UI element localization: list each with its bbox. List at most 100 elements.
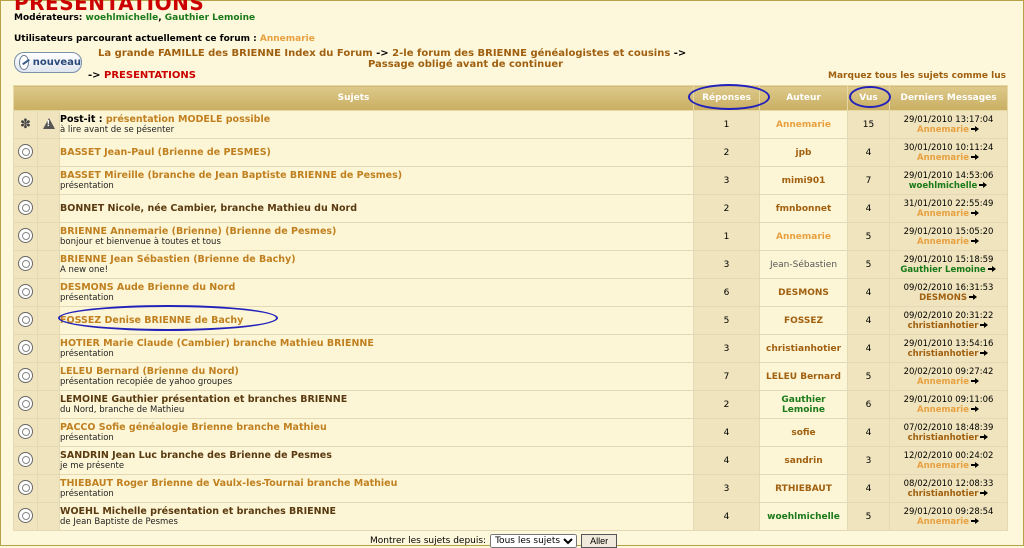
last-message-author-link[interactable]: christianhotier [908, 349, 979, 359]
topic-title-link[interactable]: PACCO Sofie généalogie Brienne branche M… [60, 422, 327, 433]
topic-author-link[interactable]: sofie [759, 418, 849, 447]
topic-status-cell [13, 166, 38, 195]
last-message-author-link[interactable]: Annemarie [917, 153, 969, 163]
topic-author-link[interactable]: mimi901 [759, 166, 849, 195]
topic-subject-cell: BRIENNE Jean Sébastien (Brienne de Bachy… [58, 250, 695, 279]
table-row: SANDRIN Jean Luc branche des Brienne de … [13, 446, 1009, 475]
topic-title-link[interactable]: THIEBAUT Roger Brienne de Vaulx-les-Tour… [60, 478, 397, 489]
topic-author-link[interactable]: christianhotier [759, 334, 849, 363]
last-message-date: 09/02/2010 20:31:22 [903, 310, 994, 321]
views-count: 6 [847, 390, 891, 419]
moderator-link[interactable]: Gauthier Lemoine [165, 13, 255, 23]
views-count: 4 [847, 138, 891, 167]
replies-count: 4 [693, 418, 761, 447]
goto-last-icon[interactable] [970, 237, 980, 245]
last-message-author-link[interactable]: Annemarie [917, 237, 969, 247]
topic-description: A new one! [60, 265, 109, 275]
topic-author-link[interactable]: LELEU Bernard [759, 362, 849, 391]
topic-subject-cell: Post-it : présentation MODELE possible à … [58, 110, 695, 139]
last-message-author-link[interactable]: Annemarie [917, 517, 969, 527]
last-message-author-link[interactable]: Annemarie [917, 377, 969, 387]
mark-all-read-link[interactable]: Marquez tous les sujets comme lus [828, 71, 1006, 81]
topic-description: présentation [60, 433, 114, 443]
col-header-author[interactable]: Auteur [759, 85, 849, 111]
topic-title-link[interactable]: BASSET Jean-Paul (Brienne de PESMES) [60, 147, 271, 158]
table-row: THIEBAUT Roger Brienne de Vaulx-les-Tour… [13, 474, 1009, 503]
last-message-author-link[interactable]: christianhotier [908, 433, 979, 443]
goto-last-icon[interactable] [970, 153, 980, 161]
breadcrumb-separator: -> [88, 70, 101, 81]
last-message-cell: 29/01/2010 13:17:04 Annemarie [889, 110, 1009, 139]
topic-author-link[interactable]: sandrin [759, 446, 849, 475]
goto-last-icon[interactable] [970, 125, 980, 133]
topic-title-link[interactable]: BRIENNE Jean Sébastien (Brienne de Bachy… [60, 254, 296, 265]
goto-last-icon[interactable] [980, 321, 989, 329]
online-users: Utilisateurs parcourant actuellement ce … [14, 34, 315, 44]
last-message-author-link[interactable]: DESMONS [919, 293, 967, 303]
topic-author-link[interactable]: fmnbonnet [759, 194, 849, 223]
topic-title-link[interactable]: BONNET Nicole, née Cambier, branche Math… [60, 203, 357, 214]
topic-description: je me présente [60, 461, 125, 471]
online-user-link[interactable]: Annemarie [260, 34, 315, 44]
moderator-link[interactable]: woehlmichelle [86, 13, 159, 23]
topic-title-link[interactable]: présentation MODELE possible [106, 114, 270, 125]
new-topic-button[interactable]: nouveau [14, 52, 82, 73]
views-count: 4 [847, 418, 891, 447]
breadcrumb-separator: -> [673, 48, 687, 59]
topic-description: bonjour et bienvenue à toutes et tous [60, 237, 221, 247]
topic-author-link[interactable]: Jean-Sébastien [759, 250, 849, 279]
topic-author-link[interactable]: woehlmichelle [759, 502, 849, 531]
topic-icon [18, 227, 33, 243]
goto-last-icon[interactable] [980, 433, 989, 441]
last-message-author-link[interactable]: Gauthier Lemoine [900, 265, 985, 275]
col-header-subjects[interactable]: Sujets [12, 85, 695, 111]
last-message-author-link[interactable]: Annemarie [917, 461, 969, 471]
goto-last-icon[interactable] [970, 377, 980, 385]
topic-author-link[interactable]: FOSSEZ [759, 306, 849, 335]
goto-last-icon[interactable] [970, 209, 980, 217]
topic-title-link[interactable]: WOEHL Michelle présentation et branches … [60, 506, 336, 517]
topic-title-link[interactable]: LEMOINE Gauthier présentation et branche… [60, 394, 347, 405]
last-message-author-link[interactable]: Annemarie [917, 405, 969, 415]
topic-subject-cell: THIEBAUT Roger Brienne de Vaulx-les-Tour… [58, 474, 695, 503]
topic-author-link[interactable]: Annemarie [759, 222, 849, 251]
last-message-cell: 29/01/2010 15:18:59 Gauthier Lemoine [889, 250, 1009, 279]
table-row: PACCO Sofie généalogie Brienne branche M… [13, 418, 1009, 447]
breadcrumb-category[interactable]: Passage obligé avant de continuer [368, 59, 563, 70]
goto-last-icon[interactable] [968, 293, 978, 301]
topic-author-link[interactable]: RTHIEBAUT [759, 474, 849, 503]
topic-author-link[interactable]: Gauthier Lemoine [759, 390, 849, 419]
topic-author-link[interactable]: Annemarie [759, 110, 849, 139]
topic-status-cell [13, 474, 38, 503]
topic-title-link[interactable]: SANDRIN Jean Luc branche des Brienne de … [60, 450, 332, 461]
goto-last-icon[interactable] [980, 489, 989, 497]
last-message-cell: 09/02/2010 16:31:53 DESMONS [889, 278, 1009, 307]
topic-title-link[interactable]: LELEU Bernard (Brienne du Nord) [60, 366, 239, 377]
last-message-author-link[interactable]: christianhotier [908, 321, 979, 331]
topic-title-link[interactable]: BASSET Mireille (branche de Jean Baptist… [60, 170, 402, 181]
breadcrumb-current-link[interactable]: PRESENTATIONS [104, 70, 196, 81]
topic-title-link[interactable]: DESMONS Aude Brienne du Nord [60, 282, 235, 293]
breadcrumb-index[interactable]: La grande FAMILLE des BRIENNE Index du F… [98, 48, 373, 59]
replies-count: 1 [693, 222, 761, 251]
table-row: LELEU Bernard (Brienne du Nord) présentat… [13, 362, 1009, 391]
last-message-author-link[interactable]: Annemarie [917, 209, 969, 219]
col-header-last[interactable]: Derniers Messages [889, 85, 1009, 111]
goto-last-icon[interactable] [987, 265, 997, 273]
topic-author-link[interactable]: DESMONS [759, 278, 849, 307]
goto-last-icon[interactable] [980, 349, 989, 357]
topic-author-link[interactable]: jpb [759, 138, 849, 167]
breadcrumb-forum[interactable]: 2-le forum des BRIENNE généalogistes et … [392, 48, 670, 59]
topic-title-link[interactable]: BRIENNE Annemarie (Brienne) (Brienne de … [60, 226, 336, 237]
goto-last-icon[interactable] [979, 181, 988, 189]
last-message-author-link[interactable]: christianhotier [908, 489, 979, 499]
table-row: HOTIER Marie Claude (Cambier) branche Ma… [13, 334, 1009, 363]
topic-icon [18, 507, 33, 523]
goto-last-icon[interactable] [970, 517, 980, 525]
goto-last-icon[interactable] [970, 405, 980, 413]
goto-last-icon[interactable] [970, 461, 980, 469]
last-message-author-link[interactable]: Annemarie [917, 125, 969, 135]
last-message-author-link[interactable]: woehlmichelle [909, 181, 978, 191]
topic-icon [18, 423, 33, 439]
topic-title-link[interactable]: HOTIER Marie Claude (Cambier) branche Ma… [60, 338, 374, 349]
